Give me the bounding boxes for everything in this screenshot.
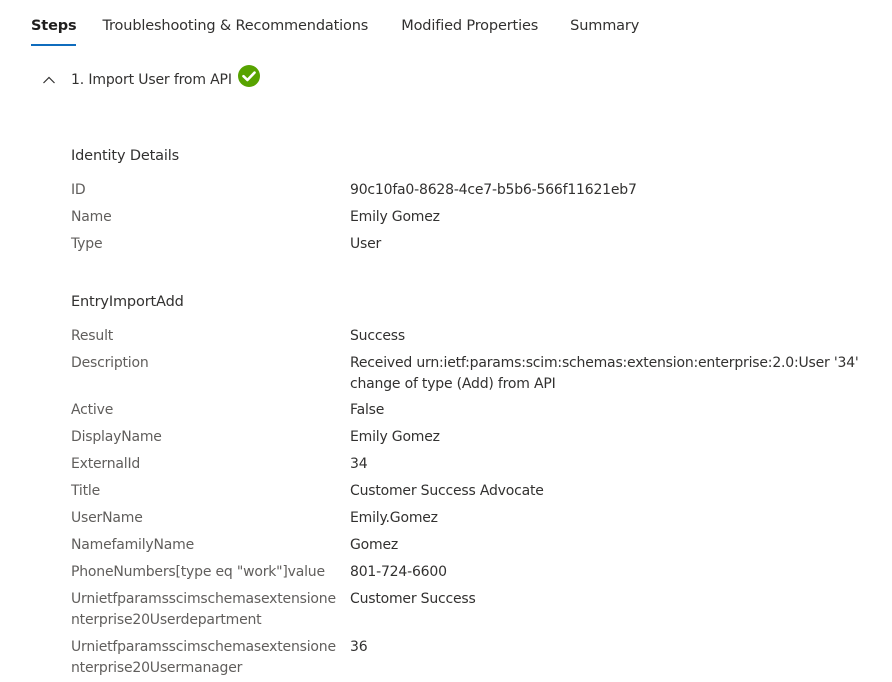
chevron-up-icon[interactable]: [40, 71, 58, 89]
detail-label: Type: [71, 236, 103, 252]
detail-label: Active: [71, 402, 114, 418]
tab-steps[interactable]: Steps: [31, 16, 77, 46]
detail-value: Customer Success Advocate: [350, 483, 544, 499]
detail-label: Result: [71, 328, 114, 344]
entry-import-add-heading: EntryImportAdd: [71, 294, 184, 310]
detail-label: Urnietfparamsscimschemasextensionenterpr…: [71, 639, 336, 676]
identity-details-heading: Identity Details: [71, 148, 180, 164]
detail-value: Emily Gomez: [350, 429, 440, 445]
detail-label: Name: [71, 209, 112, 225]
detail-value: 90c10fa0-8628-4ce7-b5b6-566f11621eb7: [350, 182, 637, 198]
detail-label: Description: [71, 355, 149, 371]
detail-label: Title: [71, 483, 101, 499]
detail-value: Received urn:ietf:params:scim:schemas:ex…: [350, 355, 859, 392]
detail-value: Emily.Gomez: [350, 510, 438, 526]
detail-label: Urnietfparamsscimschemasextensionenterpr…: [71, 591, 336, 628]
step-header: 1. Import User from API: [40, 65, 260, 92]
detail-value: 801-724-6600: [350, 564, 447, 580]
success-check-icon: [237, 65, 260, 87]
detail-value: User: [350, 236, 382, 252]
step-title: 1. Import User from API: [71, 72, 232, 88]
tab-summary[interactable]: Summary: [570, 16, 639, 36]
detail-value: Gomez: [350, 537, 399, 553]
detail-label: PhoneNumbers[type eq "work"]value: [71, 564, 325, 580]
detail-value: 36: [350, 639, 368, 655]
detail-label: NamefamilyName: [71, 537, 195, 553]
detail-value: Customer Success: [350, 591, 476, 607]
detail-label: ExternalId: [71, 456, 141, 472]
tab-bar: Steps Troubleshooting & Recommendations …: [31, 16, 639, 46]
detail-value: Success: [350, 328, 405, 344]
detail-value: False: [350, 402, 385, 418]
detail-label: DisplayName: [71, 429, 162, 445]
tab-modified-properties[interactable]: Modified Properties: [401, 16, 538, 36]
tab-troubleshooting-recommendations[interactable]: Troubleshooting & Recommendations: [102, 16, 368, 36]
detail-value: Emily Gomez: [350, 209, 440, 225]
detail-label: ID: [71, 182, 86, 198]
detail-value: 34: [350, 456, 368, 472]
detail-label: UserName: [71, 510, 143, 526]
